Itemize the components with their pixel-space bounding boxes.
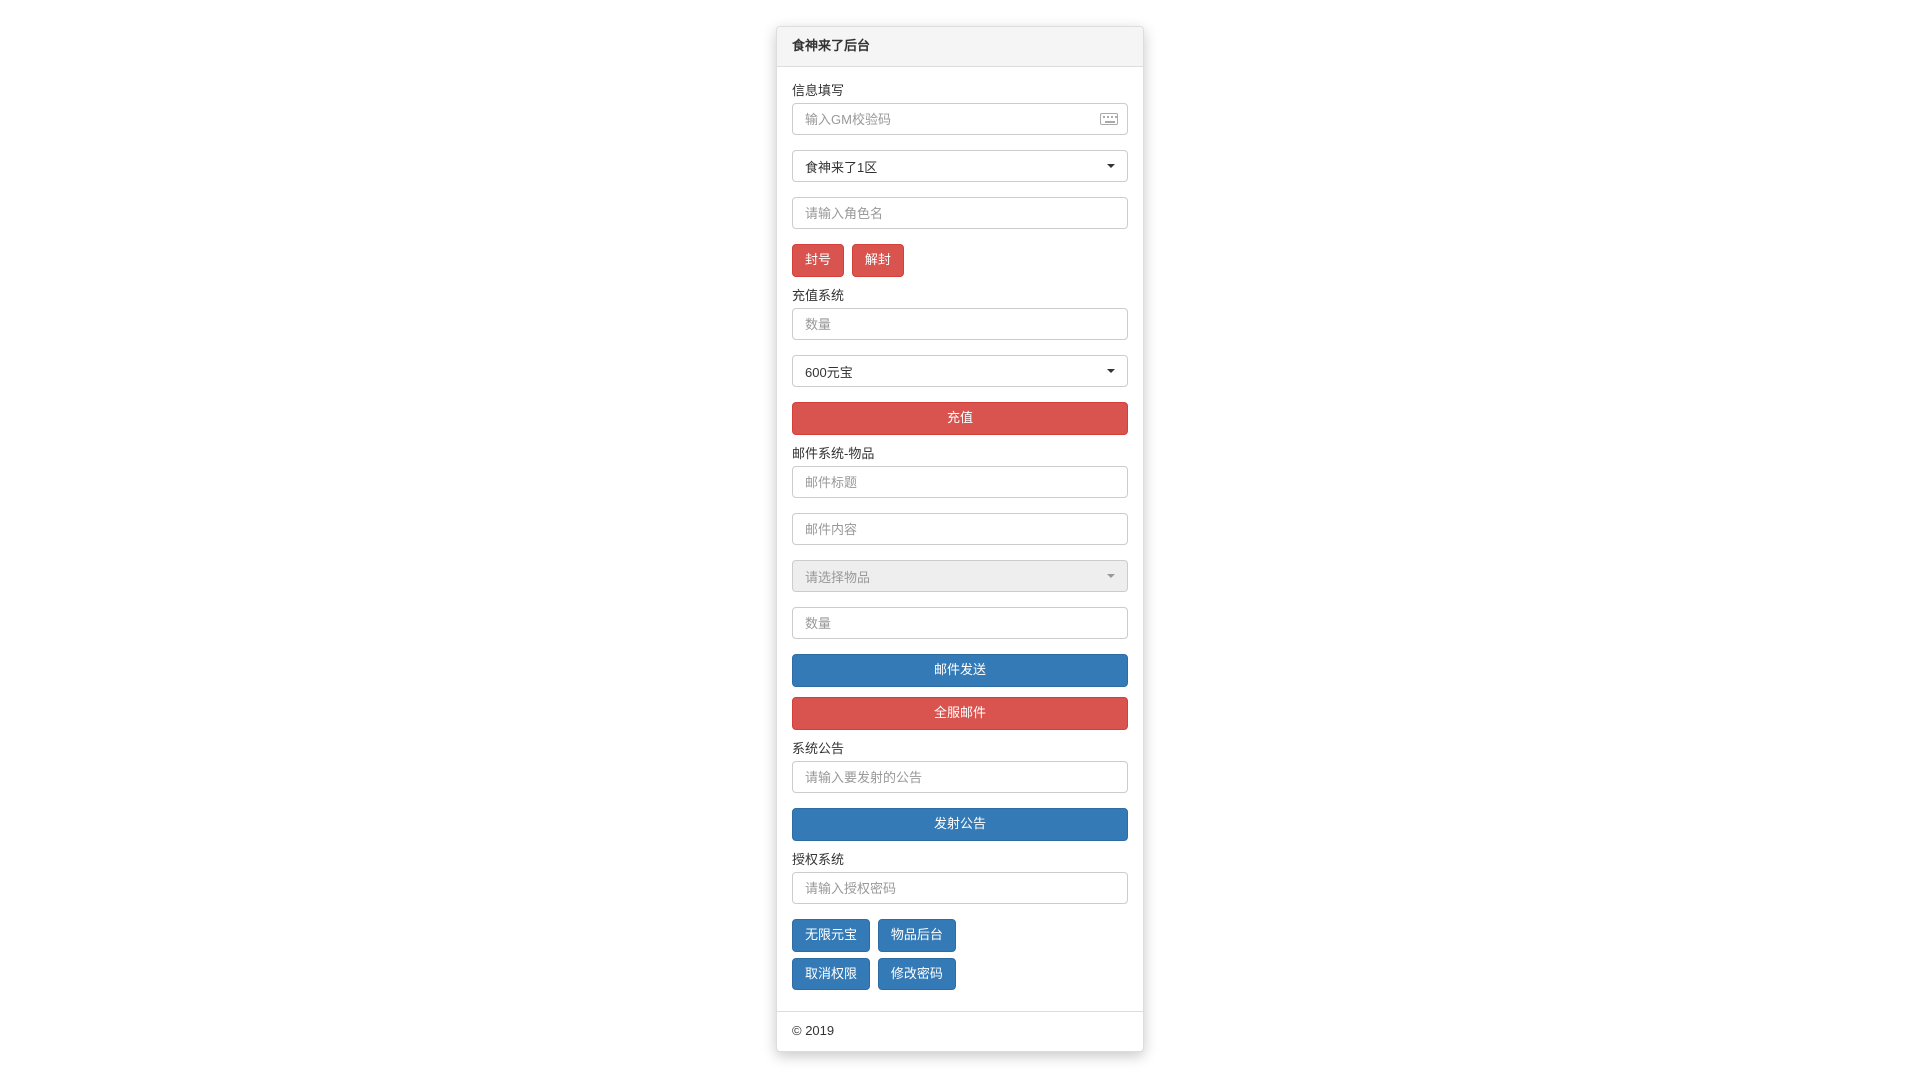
server-select-group: 食神来了1区 (792, 150, 1128, 182)
mail-label: 邮件系统-物品 (792, 445, 1128, 464)
ban-button-row: 封号 解封 (792, 244, 1128, 277)
recharge-option-select[interactable]: 600元宝 (792, 355, 1128, 387)
cancel-permission-button[interactable]: 取消权限 (792, 958, 870, 991)
section-auth: 授权系统 (792, 851, 1128, 905)
mail-content-group (792, 513, 1128, 545)
section-recharge: 充值系统 (792, 287, 1128, 341)
ban-button[interactable]: 封号 (792, 244, 844, 277)
mail-item-placeholder: 请选择物品 (805, 567, 870, 586)
section-mail: 邮件系统-物品 (792, 445, 1128, 499)
mail-send-button[interactable]: 邮件发送 (792, 654, 1128, 687)
auth-label: 授权系统 (792, 851, 1128, 870)
mail-content-input[interactable] (792, 513, 1128, 545)
recharge-label: 充值系统 (792, 287, 1128, 306)
recharge-option-group: 600元宝 (792, 355, 1128, 387)
mail-item-select[interactable]: 请选择物品 (792, 560, 1128, 592)
server-selected-label: 食神来了1区 (805, 157, 877, 176)
auth-password-input[interactable] (792, 872, 1128, 904)
gm-code-wrap (792, 103, 1128, 135)
unban-button[interactable]: 解封 (852, 244, 904, 277)
mail-qty-group (792, 607, 1128, 639)
recharge-option-label: 600元宝 (805, 362, 853, 381)
change-password-button[interactable]: 修改密码 (878, 958, 956, 991)
mail-title-input[interactable] (792, 466, 1128, 498)
server-select[interactable]: 食神来了1区 (792, 150, 1128, 182)
chevron-down-icon (1107, 574, 1115, 578)
role-name-group (792, 197, 1128, 229)
panel-body: 信息填写 食神来了1区 封号 解封 充值系统 600元宝 (777, 67, 1143, 1012)
chevron-down-icon (1107, 369, 1115, 373)
recharge-submit-button[interactable]: 充值 (792, 402, 1128, 435)
mail-item-group: 请选择物品 (792, 560, 1128, 592)
role-name-input[interactable] (792, 197, 1128, 229)
unlimited-gold-button[interactable]: 无限元宝 (792, 919, 870, 952)
keyboard-icon (1100, 113, 1118, 125)
announce-label: 系统公告 (792, 740, 1128, 759)
auth-button-row-1: 无限元宝 物品后台 (792, 919, 1128, 958)
item-backend-button[interactable]: 物品后台 (878, 919, 956, 952)
announce-input[interactable] (792, 761, 1128, 793)
panel-footer: © 2019 (777, 1011, 1143, 1051)
mail-qty-input[interactable] (792, 607, 1128, 639)
auth-button-row-2: 取消权限 修改密码 (792, 958, 1128, 997)
recharge-qty-input[interactable] (792, 308, 1128, 340)
gm-code-input[interactable] (792, 103, 1128, 135)
section-announce: 系统公告 (792, 740, 1128, 794)
mail-allserver-button[interactable]: 全服邮件 (792, 697, 1128, 730)
section-info: 信息填写 (792, 82, 1128, 136)
announce-submit-button[interactable]: 发射公告 (792, 808, 1128, 841)
admin-panel: 食神来了后台 信息填写 食神来了1区 封号 解封 充值系统 (776, 26, 1144, 1052)
panel-title: 食神来了后台 (777, 27, 1143, 67)
info-label: 信息填写 (792, 82, 1128, 101)
chevron-down-icon (1107, 164, 1115, 168)
